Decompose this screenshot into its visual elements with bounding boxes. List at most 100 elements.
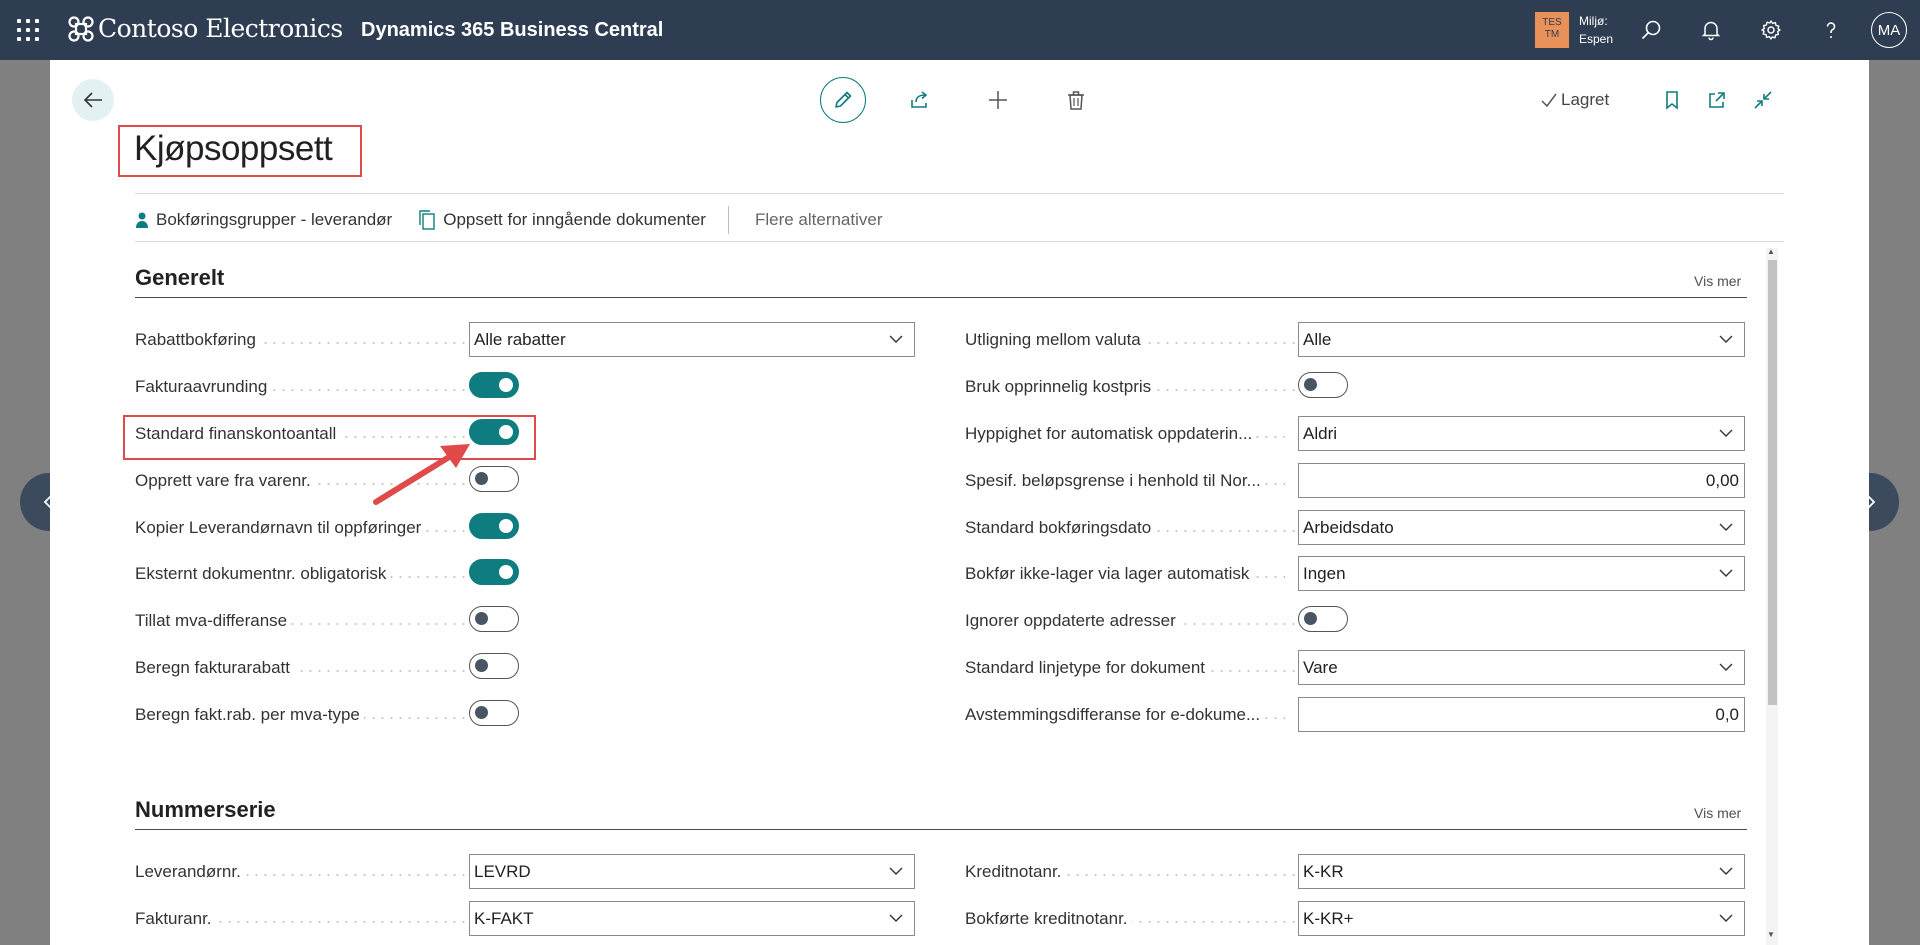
field-utligning-mellom-valuta: Utligning mellom valuta xyxy=(965,330,1330,350)
product-name[interactable]: Dynamics 365 Business Central xyxy=(361,19,663,42)
environment-label[interactable]: Miljø: Espen xyxy=(1579,12,1613,48)
field-bruk-opprinnelig-kostpris: Bruk opprinnelig kostpris xyxy=(965,377,1330,397)
env-label: Miljø: xyxy=(1579,14,1608,28)
check-icon xyxy=(1541,93,1557,108)
field-label: Utligning mellom valuta xyxy=(965,330,1145,350)
environment-badge[interactable]: TES TM xyxy=(1535,12,1569,48)
app-launcher-icon[interactable] xyxy=(17,19,39,41)
show-more-generelt[interactable]: Vis mer xyxy=(1694,273,1741,289)
share-icon xyxy=(911,91,928,108)
field-label: Bruk opprinnelig kostpris xyxy=(965,377,1156,397)
toggle-fakturaavrunding[interactable] xyxy=(469,372,519,398)
toggle-beregn-fakturarabatt[interactable] xyxy=(469,653,519,679)
field-label: Standard bokføringsdato xyxy=(965,518,1156,538)
person-icon xyxy=(136,212,148,228)
env-badge-line2: TM xyxy=(1544,29,1560,40)
select-bokfor-ikke-lager[interactable]: Ingen xyxy=(1298,556,1745,591)
field-bokfor-ikke-lager: Bokfør ikke-lager via lager automatisk xyxy=(965,564,1285,584)
section-divider xyxy=(135,829,1747,830)
bookmark-button[interactable] xyxy=(1656,84,1688,116)
input-value: 0,0 xyxy=(1715,704,1739,724)
action-bokforingsgrupper[interactable]: Bokføringsgrupper - leverandør xyxy=(135,210,392,230)
action-oppsett-inngaende[interactable]: Oppsett for inngående dokumenter xyxy=(418,210,706,230)
field-standard-linjetype: Standard linjetype for dokument xyxy=(965,658,1330,678)
more-options-button[interactable]: Flere alternativer xyxy=(755,210,883,230)
input-avstemmingsdifferanse[interactable]: 0,0 xyxy=(1298,697,1745,732)
collapse-button[interactable] xyxy=(1747,84,1779,116)
toggle-ignorer-oppdaterte-adresser[interactable] xyxy=(1298,606,1348,632)
chevron-down-icon xyxy=(1719,914,1733,922)
select-standard-bokforingsdato[interactable]: Arbeidsdato xyxy=(1298,510,1745,545)
field-beregn-fakt-rab: Beregn fakt.rab. per mva-type xyxy=(135,705,500,725)
gear-icon[interactable] xyxy=(1757,16,1785,44)
bell-icon[interactable] xyxy=(1697,16,1725,44)
input-value: 0,00 xyxy=(1705,470,1739,490)
field-leverandornr: Leverandørnr. xyxy=(135,862,500,882)
select-bokforte-kreditnotanr[interactable]: K-KR+ xyxy=(1298,901,1745,936)
toggle-kopier-leverandornavn[interactable] xyxy=(469,513,519,539)
select-fakturanr[interactable]: K-FAKT xyxy=(469,901,915,936)
field-tillat-mva-differanse: Tillat mva-differanse xyxy=(135,611,500,631)
chevron-down-icon xyxy=(1719,569,1733,577)
bookmark-icon xyxy=(1666,91,1678,110)
select-rabattbokforing[interactable]: Alle rabatter xyxy=(469,322,915,357)
chevron-down-icon xyxy=(1719,663,1733,671)
select-utligning-mellom-valuta[interactable]: Alle xyxy=(1298,322,1745,357)
field-fakturanr: Fakturanr. xyxy=(135,909,500,929)
open-in-new-window-icon xyxy=(1709,92,1725,108)
input-spesif-belopsgrense[interactable]: 0,00 xyxy=(1298,463,1745,498)
action-label: Oppsett for inngående dokumenter xyxy=(443,210,706,229)
field-label: Fakturanr. xyxy=(135,909,216,929)
top-bar: Contoso Electronics Dynamics 365 Busines… xyxy=(0,0,1920,60)
arrow-left-icon xyxy=(83,92,102,108)
back-button[interactable] xyxy=(72,79,114,121)
search-icon[interactable] xyxy=(1637,16,1665,44)
edit-button[interactable] xyxy=(820,77,866,123)
plus-icon xyxy=(989,91,1007,109)
toggle-tillat-mva-differanse[interactable] xyxy=(469,606,519,632)
select-value: K-KR xyxy=(1303,861,1344,881)
field-label: Beregn fakt.rab. per mva-type xyxy=(135,705,364,725)
scrollbar-thumb[interactable] xyxy=(1768,260,1777,705)
avatar[interactable]: MA xyxy=(1871,12,1907,48)
open-new-window-button[interactable] xyxy=(1701,84,1733,116)
field-bokforte-kreditnotanr: Bokførte kreditnotanr. xyxy=(965,909,1330,929)
delete-button[interactable] xyxy=(1060,84,1092,116)
env-badge-line1: TES xyxy=(1542,17,1562,28)
scroll-up-icon[interactable]: ▲ xyxy=(1767,247,1775,256)
saved-label: Lagret xyxy=(1561,90,1610,109)
collapse-arrows-icon xyxy=(1754,91,1772,109)
toggle-bruk-opprinnelig-kostpris[interactable] xyxy=(1298,372,1348,398)
field-label: Bokfør ikke-lager via lager automatisk xyxy=(965,564,1254,584)
select-standard-linjetype[interactable]: Vare xyxy=(1298,650,1745,685)
new-button[interactable] xyxy=(982,84,1014,116)
select-value: Ingen xyxy=(1303,563,1346,583)
pencil-icon xyxy=(835,91,852,108)
chevron-down-icon xyxy=(889,867,903,875)
section-title-nummerserie[interactable]: Nummerserie xyxy=(135,797,276,823)
section-divider xyxy=(135,297,1747,298)
select-leverandornr[interactable]: LEVRD xyxy=(469,854,915,889)
divider xyxy=(135,193,1784,194)
field-label: Eksternt dokumentnr. obligatorisk xyxy=(135,564,391,584)
chevron-down-icon xyxy=(1719,523,1733,531)
select-kreditnotanr[interactable]: K-KR xyxy=(1298,854,1745,889)
toggle-eksternt-dokumentnr[interactable] xyxy=(469,559,519,585)
field-hyppighet: Hyppighet for automatisk oppdaterin... xyxy=(965,424,1285,444)
toggle-beregn-fakt-rab[interactable] xyxy=(469,700,519,726)
select-value: K-FAKT xyxy=(474,908,534,928)
saved-status: Lagret xyxy=(1540,90,1609,110)
brand-logo[interactable]: Contoso Electronics xyxy=(68,14,343,43)
field-avstemmingsdifferanse: Avstemmingsdifferanse for e-dokume... xyxy=(965,705,1285,725)
select-hyppighet[interactable]: Aldri xyxy=(1298,416,1745,451)
show-more-nummerserie[interactable]: Vis mer xyxy=(1694,805,1741,821)
select-value: Alle xyxy=(1303,329,1332,349)
field-kreditnotanr: Kreditnotanr. xyxy=(965,862,1330,882)
share-button[interactable] xyxy=(904,84,936,116)
scroll-down-icon[interactable]: ▼ xyxy=(1767,930,1775,939)
contoso-logo-icon xyxy=(68,15,94,42)
section-title-generelt[interactable]: Generelt xyxy=(135,265,224,291)
field-kopier-leverandornavn: Kopier Leverandørnavn til oppføringer xyxy=(135,518,500,538)
help-icon[interactable] xyxy=(1817,16,1845,44)
chevron-down-icon xyxy=(1719,867,1733,875)
